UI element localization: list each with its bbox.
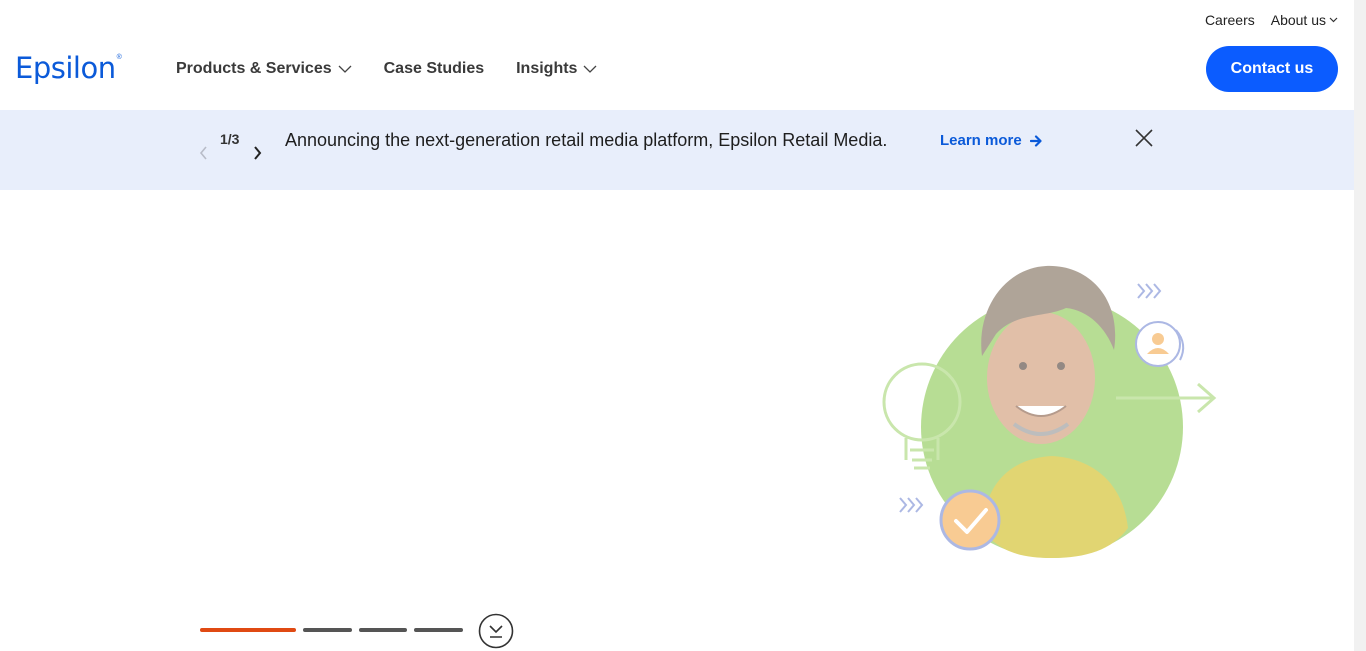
logo-text: Epsilon xyxy=(15,51,116,85)
slide-indicator-3[interactable] xyxy=(359,628,407,632)
announcement-text: Announcing the next-generation retail me… xyxy=(285,130,888,150)
chevron-down-icon xyxy=(1329,17,1338,23)
main-nav: Products & Services Case Studies Insight… xyxy=(176,58,597,80)
nav-case-studies-label: Case Studies xyxy=(383,60,485,77)
utility-nav: Careers About us xyxy=(1205,12,1338,28)
chevron-right-icon[interactable] xyxy=(252,145,264,161)
checkmark-badge-icon xyxy=(939,489,1001,551)
page-scrollbar[interactable] xyxy=(1354,0,1366,651)
chevron-left-icon[interactable] xyxy=(198,145,210,161)
page: Careers About us Epsilon ® Products & Se… xyxy=(0,0,1354,651)
arrow-right-icon xyxy=(1029,134,1042,147)
close-icon[interactable] xyxy=(1132,126,1156,150)
slide-progress xyxy=(200,628,463,632)
about-us-label: About us xyxy=(1270,12,1326,28)
scroll-down-icon[interactable] xyxy=(478,613,514,649)
triple-chevron-icon xyxy=(1137,283,1162,299)
slide-indicator-4[interactable] xyxy=(414,628,463,632)
triple-chevron-icon xyxy=(899,497,924,513)
about-us-menu[interactable]: About us xyxy=(1271,12,1338,28)
careers-link[interactable]: Careers xyxy=(1205,12,1255,28)
hero-illustration xyxy=(882,265,1217,558)
nav-insights[interactable]: Insights xyxy=(516,58,597,80)
site-header: Careers About us Epsilon ® Products & Se… xyxy=(0,0,1354,110)
learn-more-link[interactable]: Learn more xyxy=(940,132,1042,149)
nav-products-services[interactable]: Products & Services xyxy=(176,58,352,80)
chevron-down-icon xyxy=(583,65,597,73)
registered-mark: ® xyxy=(116,54,122,61)
slide-indicator-1[interactable] xyxy=(200,628,296,632)
chevron-down-icon xyxy=(338,65,352,73)
nav-insights-label: Insights xyxy=(516,60,578,77)
contact-us-button[interactable]: Contact us xyxy=(1206,46,1338,92)
nav-case-studies[interactable]: Case Studies xyxy=(384,58,484,80)
learn-more-label: Learn more xyxy=(940,132,1022,149)
announcement-counter: 1/3 xyxy=(220,131,240,147)
user-sync-icon xyxy=(1135,321,1185,367)
epsilon-logo[interactable]: Epsilon ® xyxy=(15,52,122,84)
nav-products-services-label: Products & Services xyxy=(176,60,332,77)
slide-indicator-2[interactable] xyxy=(303,628,352,632)
